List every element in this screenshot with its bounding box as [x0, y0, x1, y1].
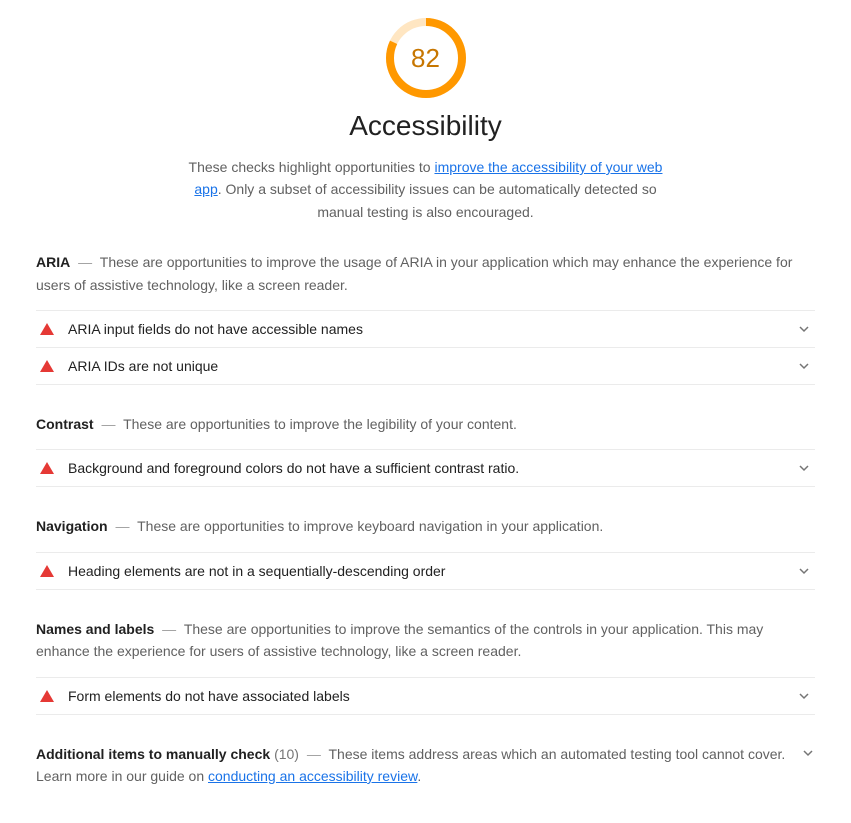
report-header: 82 Accessibility These checks highlight … [36, 18, 815, 223]
accessibility-review-link[interactable]: conducting an accessibility review [208, 768, 417, 784]
section-header-aria: ARIA — These are opportunities to improv… [36, 251, 815, 296]
section-names-labels: Names and labels — These are opportuniti… [36, 618, 815, 715]
section-navigation: Navigation — These are opportunities to … [36, 515, 815, 589]
audit-label: Heading elements are not in a sequential… [68, 563, 797, 579]
warning-icon [40, 462, 54, 474]
section-header-contrast: Contrast — These are opportunities to im… [36, 413, 815, 435]
score-value: 82 [386, 18, 466, 98]
chevron-down-icon [797, 359, 811, 373]
page-subtitle: These checks highlight opportunities to … [186, 156, 666, 223]
section-header-manual: Additional items to manually check (10) … [36, 743, 793, 788]
warning-icon [40, 565, 54, 577]
audit-row[interactable]: Background and foreground colors do not … [36, 450, 815, 487]
chevron-down-icon [797, 322, 811, 336]
audit-label: ARIA input fields do not have accessible… [68, 321, 797, 337]
warning-icon [40, 323, 54, 335]
section-header-names-labels: Names and labels — These are opportuniti… [36, 618, 815, 663]
section-header-navigation: Navigation — These are opportunities to … [36, 515, 815, 537]
warning-icon [40, 360, 54, 372]
audit-row[interactable]: Heading elements are not in a sequential… [36, 553, 815, 590]
audit-row[interactable]: ARIA IDs are not unique [36, 348, 815, 385]
chevron-down-icon [801, 746, 815, 760]
score-gauge: 82 [386, 18, 466, 98]
warning-icon [40, 690, 54, 702]
audit-label: Form elements do not have associated lab… [68, 688, 797, 704]
audit-label: ARIA IDs are not unique [68, 358, 797, 374]
section-manual-check[interactable]: Additional items to manually check (10) … [36, 743, 815, 788]
section-contrast: Contrast — These are opportunities to im… [36, 413, 815, 487]
section-aria: ARIA — These are opportunities to improv… [36, 251, 815, 385]
audit-row[interactable]: ARIA input fields do not have accessible… [36, 311, 815, 348]
chevron-down-icon [797, 461, 811, 475]
audit-label: Background and foreground colors do not … [68, 460, 797, 476]
page-title: Accessibility [36, 110, 815, 142]
chevron-down-icon [797, 689, 811, 703]
audit-row[interactable]: Form elements do not have associated lab… [36, 678, 815, 715]
chevron-down-icon [797, 564, 811, 578]
